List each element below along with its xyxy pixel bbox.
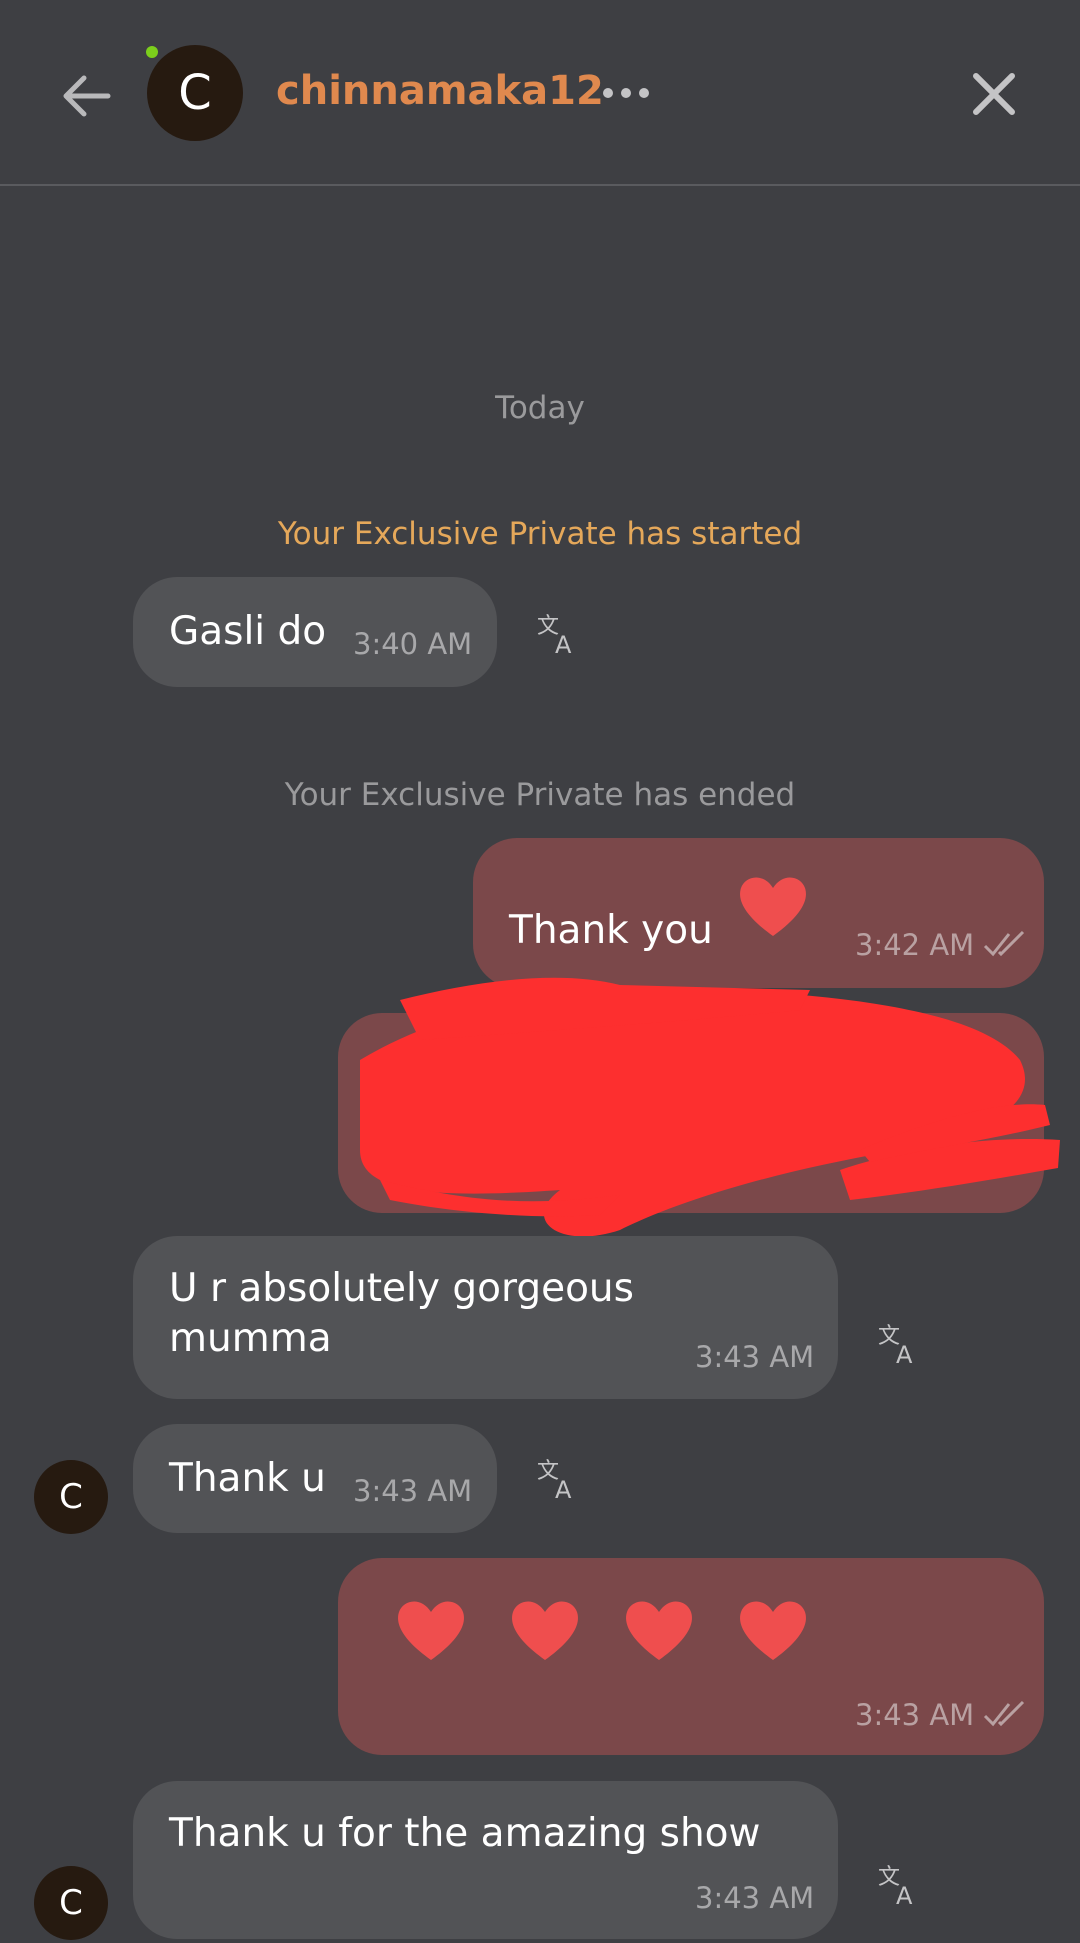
svg-text:A: A	[896, 1341, 913, 1367]
translate-icon[interactable]: 文 A	[535, 1456, 581, 1502]
incoming-message[interactable]: Thank u for the amazing show 3:43 AM	[133, 1781, 838, 1939]
heart-emoji-icon	[740, 1601, 806, 1660]
heart-emoji-icon	[512, 1601, 578, 1660]
svg-text:A: A	[896, 1882, 913, 1908]
incoming-message[interactable]: U r absolutely gorgeous mumma 3:43 AM	[133, 1236, 838, 1399]
message-time: 3:43 AM	[353, 1474, 473, 1508]
read-receipt-icon	[983, 1700, 1025, 1727]
message-text: U r absolutely gorgeous mumma	[169, 1266, 634, 1361]
sender-avatar[interactable]: C	[34, 1460, 108, 1534]
message-time: 3:43 AM	[695, 1340, 815, 1374]
heart-emoji-icon	[626, 1601, 692, 1660]
message-text: Thank u for the amazing show	[169, 1811, 761, 1856]
heart-emoji-icon	[398, 1601, 464, 1660]
svg-text:A: A	[555, 1476, 572, 1502]
incoming-message[interactable]: Thank u 3:43 AM	[133, 1424, 497, 1533]
message-time: 3:43 AM	[855, 1698, 975, 1732]
message-time: 3:43 AM	[695, 1881, 815, 1915]
message-text: Thank u	[169, 1456, 326, 1501]
outgoing-message[interactable]: 3:43 AM	[338, 1558, 1044, 1755]
sender-avatar[interactable]: C	[34, 1866, 108, 1940]
translate-icon[interactable]: 文 A	[876, 1862, 922, 1908]
translate-icon[interactable]: 文 A	[876, 1321, 922, 1367]
